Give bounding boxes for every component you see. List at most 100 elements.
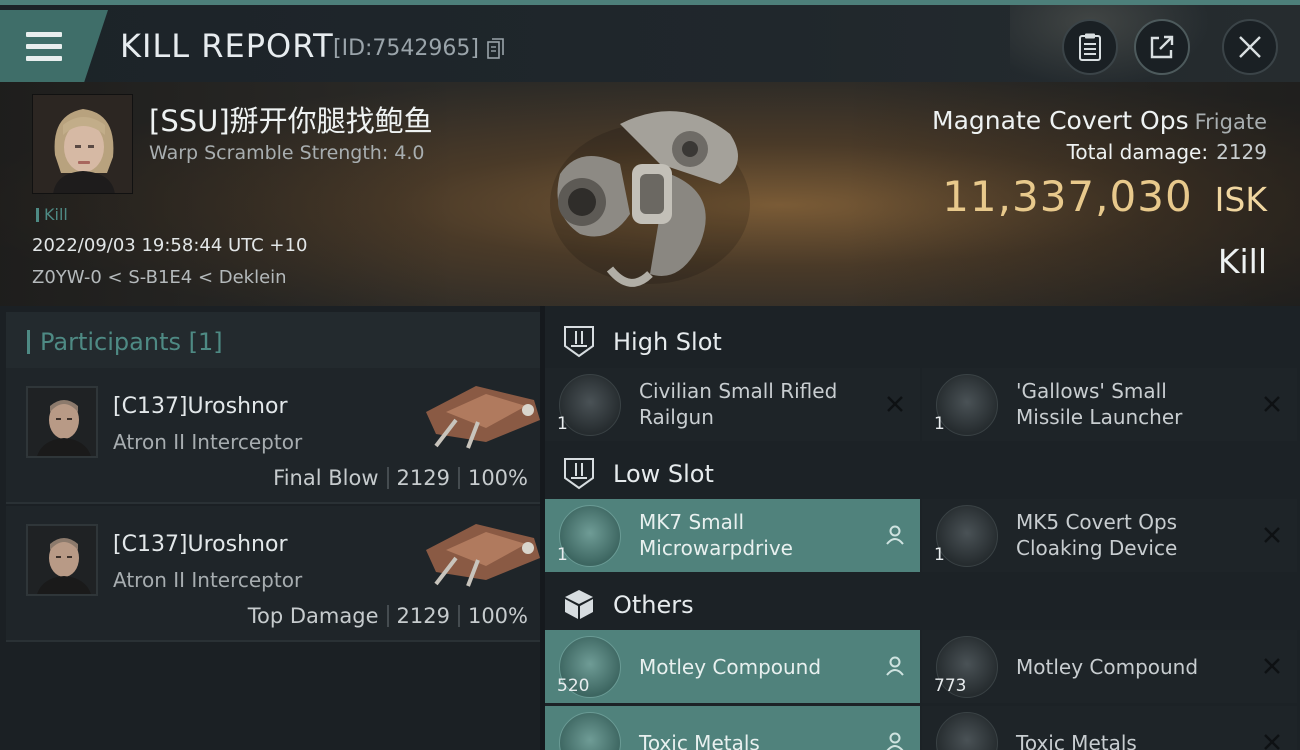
clipboard-icon: [1079, 33, 1101, 61]
fitting-item[interactable]: 1 'Gallows' Small Missile Launcher: [922, 368, 1297, 441]
portrait-image: [28, 388, 96, 456]
participant-ship-image[interactable]: [416, 372, 544, 450]
fitting-item[interactable]: Toxic Metals: [545, 706, 920, 750]
fitting-item[interactable]: 773 Motley Compound: [922, 630, 1297, 703]
high-slot-label: High Slot: [613, 328, 722, 356]
participant-damage: 2129: [396, 466, 450, 490]
fitting-panel: High Slot 1 Civilian Small Rifled Railgu…: [545, 306, 1300, 750]
participant-role: Top Damage: [247, 604, 379, 628]
high-slot-icon: [564, 326, 594, 358]
fitting-item[interactable]: 1 MK5 Covert Ops Cloaking Device: [922, 499, 1297, 572]
kill-type-tag: Kill: [36, 205, 68, 224]
menu-button[interactable]: [0, 10, 108, 82]
item-quantity: 1: [557, 414, 568, 434]
others-label: Others: [613, 591, 694, 619]
top-bar: KILL REPORT [ID:7542965]: [0, 0, 1300, 87]
low-slot-header: Low Slot: [545, 442, 1300, 502]
participant-role: Final Blow: [273, 466, 379, 490]
warp-scramble-strength: Warp Scramble Strength: 4.0: [149, 142, 425, 164]
others-header: Others: [545, 573, 1300, 633]
copy-icon[interactable]: [487, 38, 505, 60]
item-name: MK5 Covert Ops Cloaking Device: [1016, 510, 1178, 560]
person-icon: [886, 656, 904, 676]
divider: [457, 467, 460, 489]
fitting-item[interactable]: 520 Motley Compound: [545, 630, 920, 703]
divider: [386, 605, 389, 627]
item-quantity: 1: [934, 545, 945, 565]
clipboard-button[interactable]: [1062, 19, 1118, 75]
participant-percent: 100%: [467, 466, 528, 490]
divider: [457, 605, 460, 627]
share-button[interactable]: [1134, 19, 1190, 75]
destroyed-x-icon: [1264, 734, 1280, 750]
victim-ship-name[interactable]: Magnate Covert Ops Frigate: [932, 106, 1267, 135]
participant-name[interactable]: [C137]Uroshnor: [113, 394, 288, 419]
item-quantity: 1: [557, 545, 568, 565]
participant-damage: 2129: [396, 604, 450, 628]
kill-result: Kill: [1217, 242, 1267, 281]
kill-datetime: 2022/09/03 19:58:44 UTC +10: [32, 235, 308, 256]
item-quantity: 1: [934, 414, 945, 434]
item-name: Motley Compound: [639, 655, 822, 679]
item-name: Motley Compound: [1016, 655, 1199, 679]
item-name: 'Gallows' Small Missile Launcher: [1016, 379, 1183, 429]
item-name: Toxic Metals: [1016, 731, 1137, 750]
item-quantity: 773: [934, 676, 967, 696]
fitting-item[interactable]: 1 Civilian Small Rifled Railgun: [545, 368, 920, 441]
total-damage-label: Total damage:: [1066, 140, 1209, 164]
fitting-item[interactable]: Toxic Metals: [922, 706, 1297, 750]
isk-value: 11,337,030: [942, 172, 1193, 221]
victim-name: [SSU]掰开你腿找鲍鱼: [149, 104, 433, 138]
participant-card[interactable]: [C137]Uroshnor Atron II Interceptor Fina…: [6, 368, 540, 504]
close-icon: [1239, 36, 1261, 58]
high-slot-header: High Slot: [545, 310, 1300, 370]
low-slot-icon: [564, 458, 594, 490]
participant-ship: Atron II Interceptor: [113, 430, 303, 454]
destroyed-x-icon: [1264, 527, 1280, 543]
hamburger-menu-icon: [26, 32, 62, 62]
participants-title: Participants [1]: [40, 328, 223, 356]
low-slot-label: Low Slot: [613, 460, 714, 488]
isk-unit: ISK: [1214, 180, 1267, 219]
participant-name[interactable]: [C137]Uroshnor: [113, 532, 288, 557]
victim-portrait[interactable]: [32, 94, 133, 194]
participant-portrait[interactable]: [26, 386, 98, 458]
participants-header: Participants [1]: [6, 312, 540, 370]
item-name: Toxic Metals: [639, 731, 760, 750]
item-name: Civilian Small Rifled Railgun: [639, 379, 838, 429]
ship-class: Frigate: [1194, 110, 1267, 134]
participant-card[interactable]: [C137]Uroshnor Atron II Interceptor Top …: [6, 506, 540, 642]
participant-portrait[interactable]: [26, 524, 98, 596]
portrait-image: [33, 95, 132, 193]
destroyed-x-icon: [1264, 658, 1280, 674]
victim-summary: [SSU]掰开你腿找鲍鱼 Warp Scramble Strength: 4.0…: [0, 82, 1300, 306]
missile-launcher-icon: [936, 374, 998, 436]
report-id: [ID:7542965]: [333, 36, 479, 61]
destroyed-x-icon: [887, 396, 903, 412]
portrait-image: [28, 526, 96, 594]
participant-ship: Atron II Interceptor: [113, 568, 303, 592]
cargo-box-icon: [565, 590, 593, 619]
divider: [386, 467, 389, 489]
railgun-icon: [559, 374, 621, 436]
share-icon: [1150, 35, 1174, 59]
cloaking-device-icon: [936, 505, 998, 567]
person-icon: [886, 525, 904, 545]
victim-ship-image: [550, 111, 750, 287]
destroyed-x-icon: [1264, 396, 1280, 412]
kill-location: Z0YW-0 < S-B1E4 < Deklein: [32, 267, 287, 288]
toxic-metals-icon: [559, 712, 621, 750]
toxic-metals-icon: [936, 712, 998, 750]
item-name: MK7 Small Microwarpdrive: [639, 510, 793, 560]
participant-ship-image[interactable]: [416, 510, 544, 588]
close-button[interactable]: [1222, 19, 1278, 75]
participant-stats: Top Damage 2129 100%: [248, 604, 528, 628]
participant-stats: Final Blow 2129 100%: [273, 466, 528, 490]
fitting-item[interactable]: 1 MK7 Small Microwarpdrive: [545, 499, 920, 572]
microwarpdrive-icon: [559, 505, 621, 567]
isk-value-row: 11,337,030 ISK: [942, 172, 1267, 221]
person-icon: [886, 732, 904, 750]
total-damage-value: 2129: [1216, 140, 1267, 164]
item-quantity: 520: [557, 676, 590, 696]
participants-panel: Participants [1] [C137]Uroshnor Atron II…: [0, 306, 540, 750]
